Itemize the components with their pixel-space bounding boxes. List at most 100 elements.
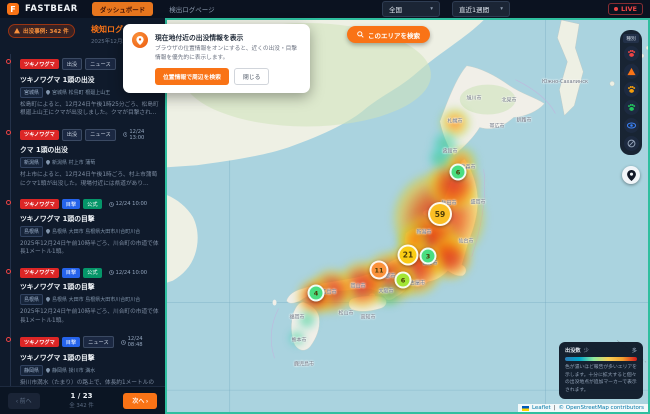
alert-filter-button[interactable]: [624, 64, 639, 79]
legend-high-label: 多: [632, 347, 637, 354]
species-badge: ツキノワグマ: [20, 199, 59, 209]
prefecture-badge: 静岡県: [20, 365, 43, 376]
close-popup-button[interactable]: 閉じる: [234, 68, 269, 85]
legend-description: 色が濃いほど報告が多いエリアを示します。十分に拡大すると個々の出没地点が追加マー…: [565, 364, 637, 394]
entry-time: 12/24 10:00: [116, 201, 148, 207]
ban-icon: [627, 139, 636, 148]
entry-time: 12/24 10:00: [116, 270, 148, 276]
log-entry[interactable]: ツキノワグマ 目撃 ニュース 12/24 08:48 ツキノワグマ 1頭の目撃 …: [20, 336, 159, 386]
entry-location: 静岡県 掛川市 満水: [52, 367, 95, 374]
timeline-node-icon: [6, 59, 11, 64]
popup-title: 現在地付近の出没情報を表示: [155, 32, 301, 42]
popup-body: ブラウザの位置情報をオンにすると、近くの出没・目撃情報を優先的に表示します。: [155, 45, 301, 63]
incident-type-badge: 目撃: [62, 268, 80, 278]
incident-type-badge: 目撃: [62, 337, 80, 347]
legend-title: 出没数: [565, 347, 581, 354]
period-select[interactable]: 直近1週間▾: [452, 1, 510, 17]
entry-title: ツキノワグマ 1頭の目撃: [20, 352, 159, 362]
region-select[interactable]: 全国▾: [382, 1, 440, 17]
prefecture-badge: 宮城県: [20, 87, 43, 98]
chevron-down-icon: ▾: [430, 6, 433, 12]
source-badge: ニュース: [83, 336, 114, 348]
map-pin-icon: [46, 90, 50, 95]
other-filter-button[interactable]: [624, 136, 639, 151]
bear-red-filter-button[interactable]: [624, 46, 639, 61]
timeline-line: [10, 54, 11, 386]
clock-icon: [109, 270, 114, 275]
log-entry[interactable]: ツキノワグマ 出没 ニュース 12/24 13:00 クマ 1頭の出没 新潟県 …: [20, 129, 159, 189]
clock-icon: [123, 132, 128, 137]
source-badge: 公式: [83, 268, 101, 278]
dashboard-button[interactable]: ダッシュボード: [92, 2, 154, 16]
next-page-button[interactable]: 次へ ›: [123, 393, 157, 409]
page-indicator: 1 / 23: [40, 392, 124, 400]
heatmap-legend: 出没数 少 多 色が濃いほど報告が多いエリアを示します。十分に拡大すると個々の出…: [559, 342, 643, 399]
entry-description: 掛川市満水（たまり）の路上で、体長約1メートルのクマのような動物が目撃された。通…: [20, 379, 159, 386]
entry-description: 2025年12月24日午前10時半ごろ、川合町の市道で体長1メートル1頭。: [20, 240, 159, 257]
species-badge: ツキノワグマ: [20, 337, 59, 347]
clock-icon: [121, 340, 126, 345]
search-this-area-button[interactable]: このエリアを検索: [347, 26, 430, 43]
incident-count-badge: 出没事例: 342 件: [8, 24, 75, 38]
ukraine-flag-icon: [522, 406, 529, 411]
search-icon: [357, 31, 364, 38]
prefecture-badge: 島根県: [20, 226, 43, 237]
cluster-marker[interactable]: 21: [398, 245, 419, 266]
warning-icon: [14, 28, 20, 34]
triangle-icon: [627, 67, 636, 76]
live-badge: LIVE: [608, 3, 643, 15]
entry-description: 松島町によると、12月24日午後1時25分ごろ、松島町根廻上山王にクマが出没しま…: [20, 101, 159, 118]
entry-location: 島根県 大田市 島根県大田市川合町川合: [52, 228, 140, 235]
bear-green-filter-button[interactable]: [624, 100, 639, 115]
timeline-node-icon: [6, 130, 11, 135]
entry-location: 新潟県 村上市 蒲萄: [52, 159, 95, 166]
incident-type-badge: 出没: [62, 58, 82, 70]
species-badge: ツキノワグマ: [20, 268, 59, 278]
paw-icon: [627, 49, 636, 58]
paw-icon: [627, 85, 636, 94]
log-page-link[interactable]: 検出ログページ: [169, 4, 214, 14]
species-filter-toolbar: 種別: [620, 30, 642, 155]
app-logo: F: [7, 3, 19, 15]
source-badge: ニュース: [85, 129, 116, 141]
search-nearby-button[interactable]: 位置情報で周辺を検索: [155, 68, 229, 85]
map-pin-icon: [46, 297, 50, 302]
location-permission-popup: 現在地付近の出没情報を表示 ブラウザの位置情報をオンにすると、近くの出没・目撃情…: [123, 24, 310, 93]
paw-icon: [627, 103, 636, 112]
chevron-down-icon: ▾: [500, 6, 503, 12]
cluster-marker[interactable]: 59: [428, 202, 452, 226]
log-entry[interactable]: ツキノワグマ 目撃 公式 12/24 10:00 ツキノワグマ 1頭の目撃 島根…: [20, 268, 159, 326]
cluster-marker[interactable]: 6: [395, 272, 412, 289]
total-count: 全 342 件: [40, 401, 124, 409]
incident-type-badge: 目撃: [62, 199, 80, 209]
osm-link[interactable]: © OpenStreetMap contributors: [559, 405, 644, 411]
leaflet-link[interactable]: Leaflet: [532, 405, 551, 411]
filter-toolbar-label: 種別: [623, 34, 639, 43]
bear-pin-icon: [627, 170, 636, 181]
map-attribution: Leaflet | © OpenStreetMap contributors: [518, 404, 648, 412]
legend-low-label: 少: [584, 347, 589, 354]
cluster-marker[interactable]: 11: [370, 261, 389, 280]
location-pin-icon: [132, 32, 148, 48]
entry-description: 2025年12月24日午前10時半ごろ、川合町の市道で体長1メートル1頭。: [20, 308, 159, 325]
map-pin-icon: [46, 160, 50, 165]
entry-location: 宮城県 松島町 根廻上山王: [52, 89, 110, 96]
sighting-filter-button[interactable]: [624, 118, 639, 133]
entry-title: ツキノワグマ 1頭の目撃: [20, 213, 159, 223]
log-entry[interactable]: ツキノワグマ 目撃 公式 12/24 10:00 ツキノワグマ 1頭の目撃 島根…: [20, 199, 159, 257]
log-entry-list: ツキノワグマ 出没 ニュース 12/24 13:25 ツキノワグマ 1頭の出没 …: [0, 54, 165, 386]
pagination-bar: ‹ 前へ 1 / 23 全 342 件 次へ ›: [0, 386, 165, 414]
prev-page-button[interactable]: ‹ 前へ: [8, 393, 40, 409]
cluster-marker[interactable]: 4: [308, 285, 325, 302]
entry-time: 12/24 08:48: [128, 336, 159, 348]
map-pin-icon: [46, 368, 50, 373]
entry-description: 村上市によると、12月24日午後1時ごろ、村上市蒲萄にクマ1頭が出没した。現場付…: [20, 171, 159, 188]
cluster-marker[interactable]: 6: [450, 164, 467, 181]
locate-button[interactable]: [622, 166, 640, 184]
map-pin-icon: [46, 229, 50, 234]
entry-title: クマ 1頭の出没: [20, 144, 159, 154]
cluster-marker[interactable]: 3: [420, 248, 437, 265]
bear-amber-filter-button[interactable]: [624, 82, 639, 97]
live-dot-icon: [614, 7, 618, 11]
entry-time: 12/24 13:00: [129, 129, 159, 141]
